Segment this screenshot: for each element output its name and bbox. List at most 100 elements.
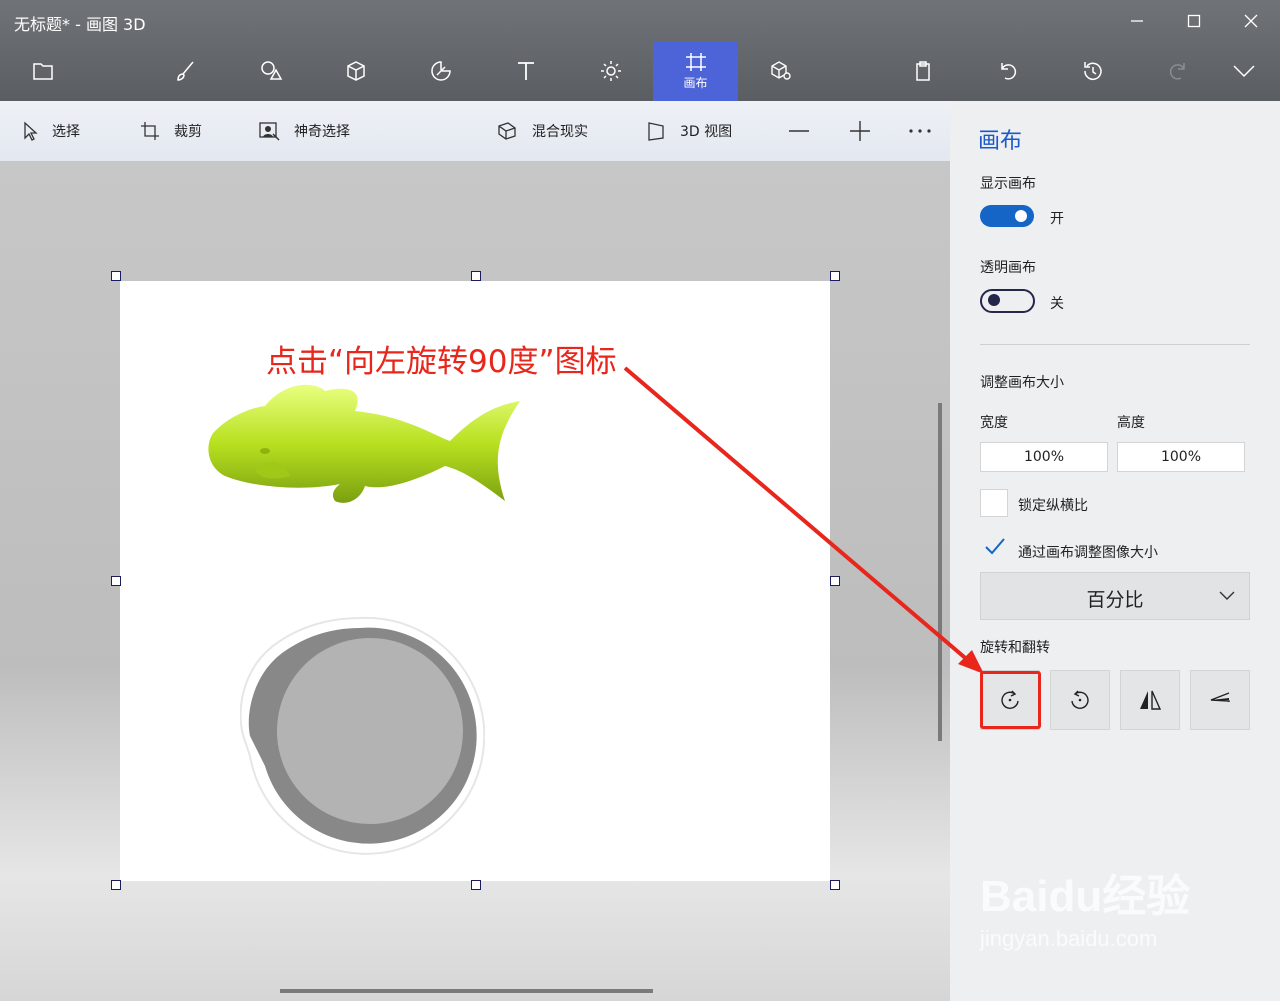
stickers-icon: [430, 61, 451, 81]
3d-view-icon: [648, 122, 664, 141]
canvas-tool-label: 画布: [683, 75, 708, 90]
text-tool-button[interactable]: [483, 41, 568, 101]
show-canvas-toggle[interactable]: [980, 205, 1034, 227]
magic-select-command[interactable]: 神奇选择: [258, 119, 350, 143]
resize-handle-top[interactable]: [471, 271, 481, 281]
lock-aspect-checkbox[interactable]: [980, 489, 1008, 517]
crop-icon: [141, 122, 159, 140]
magic-select-label: 神奇选择: [294, 124, 350, 140]
ribbon: 无标题* - 画图 3D 画布: [0, 0, 1280, 101]
resize-image-label: 通过画布调整图像大小: [1018, 545, 1158, 561]
resize-handle-bottom[interactable]: [471, 880, 481, 890]
more-options-button[interactable]: [908, 119, 932, 143]
transparent-canvas-toggle[interactable]: [980, 289, 1035, 313]
minimize-icon: [1131, 20, 1143, 22]
annotation-highlight-box: [980, 671, 1041, 729]
toggle-knob: [988, 294, 1000, 306]
menu-button[interactable]: [0, 41, 85, 101]
width-label: 宽度: [980, 415, 1008, 431]
resize-heading: 调整画布大小: [980, 375, 1064, 391]
canvas-icon: [685, 52, 706, 71]
flip-horizontal-button[interactable]: [1120, 670, 1180, 730]
flip-vertical-button[interactable]: [1190, 670, 1250, 730]
show-canvas-state: 开: [1050, 211, 1064, 227]
chevron-down-icon: [1233, 65, 1255, 78]
resize-handle-bottom-right[interactable]: [830, 880, 840, 890]
sticker-circle[interactable]: [240, 616, 485, 861]
text-icon: [517, 62, 534, 80]
3d-view-command[interactable]: 3D 视图: [646, 119, 732, 143]
checkmark-icon: [985, 538, 1005, 555]
baidu-watermark-logo: Baidu经验 jingyan.baidu.com: [980, 860, 1190, 952]
resize-image-checkbox[interactable]: [980, 533, 1008, 561]
magic-select-icon: [259, 122, 280, 141]
more-icon: [909, 129, 931, 133]
horizontal-scrollbar[interactable]: [280, 989, 653, 993]
mixed-reality-label: 混合现实: [532, 124, 588, 140]
redo-icon: [1169, 63, 1185, 80]
2d-shapes-icon: [260, 61, 282, 80]
resize-handle-top-right[interactable]: [830, 271, 840, 281]
close-icon: [1244, 14, 1258, 28]
resize-handle-right[interactable]: [830, 576, 840, 586]
rotate-right-button[interactable]: [1050, 670, 1110, 730]
brush-icon: [176, 61, 194, 81]
close-button[interactable]: [1236, 8, 1266, 34]
2d-shapes-tool-button[interactable]: [228, 41, 313, 101]
undo-icon: [1000, 63, 1016, 80]
lock-aspect-label: 锁定纵横比: [1018, 498, 1088, 514]
paste-icon: [915, 61, 930, 81]
height-label: 高度: [1117, 415, 1145, 431]
tutorial-annotation: 点击“向左旋转90度”图标: [266, 344, 617, 380]
rotate-heading: 旋转和翻转: [980, 640, 1050, 656]
minimize-button[interactable]: [1122, 8, 1152, 34]
select-command[interactable]: 选择: [22, 119, 80, 143]
flip-vertical-icon: [1210, 692, 1230, 702]
minus-icon: [789, 130, 809, 132]
crop-command[interactable]: 裁剪: [140, 119, 202, 143]
plus-icon: [850, 121, 870, 141]
stickers-tool-button[interactable]: [398, 41, 483, 101]
resize-handle-bottom-left[interactable]: [111, 880, 121, 890]
command-bar: 选择 裁剪 神奇选择 混合现实 3D 视图: [0, 101, 950, 161]
menu-icon: [32, 63, 53, 80]
flip-horizontal-icon: [1140, 690, 1162, 710]
rotate-right-icon: [1071, 690, 1089, 709]
3d-view-label: 3D 视图: [680, 124, 733, 140]
undo-button[interactable]: [965, 41, 1050, 101]
crop-label: 裁剪: [174, 124, 202, 140]
expand-button[interactable]: [1208, 41, 1280, 101]
transparent-canvas-state: 关: [1050, 296, 1064, 312]
canvas-tool-button[interactable]: 画布: [653, 41, 738, 101]
maximize-button[interactable]: [1179, 8, 1209, 34]
brush-tool-button[interactable]: [143, 41, 228, 101]
history-button[interactable]: [1050, 41, 1135, 101]
zoom-out-button[interactable]: [788, 119, 810, 143]
select-label: 选择: [52, 124, 80, 140]
maximize-icon: [1187, 14, 1201, 28]
height-input[interactable]: 100%: [1117, 442, 1245, 472]
effects-icon: [600, 61, 621, 81]
3d-shapes-tool-button[interactable]: [313, 41, 398, 101]
resize-handle-left[interactable]: [111, 576, 121, 586]
watermark-brand: Baidu经验: [980, 872, 1191, 921]
width-input[interactable]: 100%: [980, 442, 1108, 472]
effects-tool-button[interactable]: [568, 41, 653, 101]
panel-title: 画布: [978, 129, 1023, 154]
chevron-down-icon: [1219, 591, 1235, 600]
paste-button[interactable]: [880, 41, 965, 101]
3d-shapes-icon: [346, 61, 365, 81]
vertical-scrollbar[interactable]: [938, 403, 942, 741]
unit-select-value: 百分比: [1086, 589, 1144, 611]
zoom-in-button[interactable]: [849, 119, 871, 143]
toggle-knob: [1015, 210, 1027, 222]
fish-3d-model[interactable]: [205, 376, 525, 536]
cursor-icon: [24, 121, 38, 141]
unit-select[interactable]: 百分比: [980, 572, 1250, 620]
mixed-reality-icon: [498, 122, 516, 140]
resize-handle-top-left[interactable]: [111, 271, 121, 281]
watermark-url: jingyan.baidu.com: [980, 926, 1158, 951]
mixed-reality-command[interactable]: 混合现实: [496, 119, 588, 143]
transparent-canvas-label: 透明画布: [980, 260, 1036, 276]
3d-library-button[interactable]: [738, 41, 823, 101]
